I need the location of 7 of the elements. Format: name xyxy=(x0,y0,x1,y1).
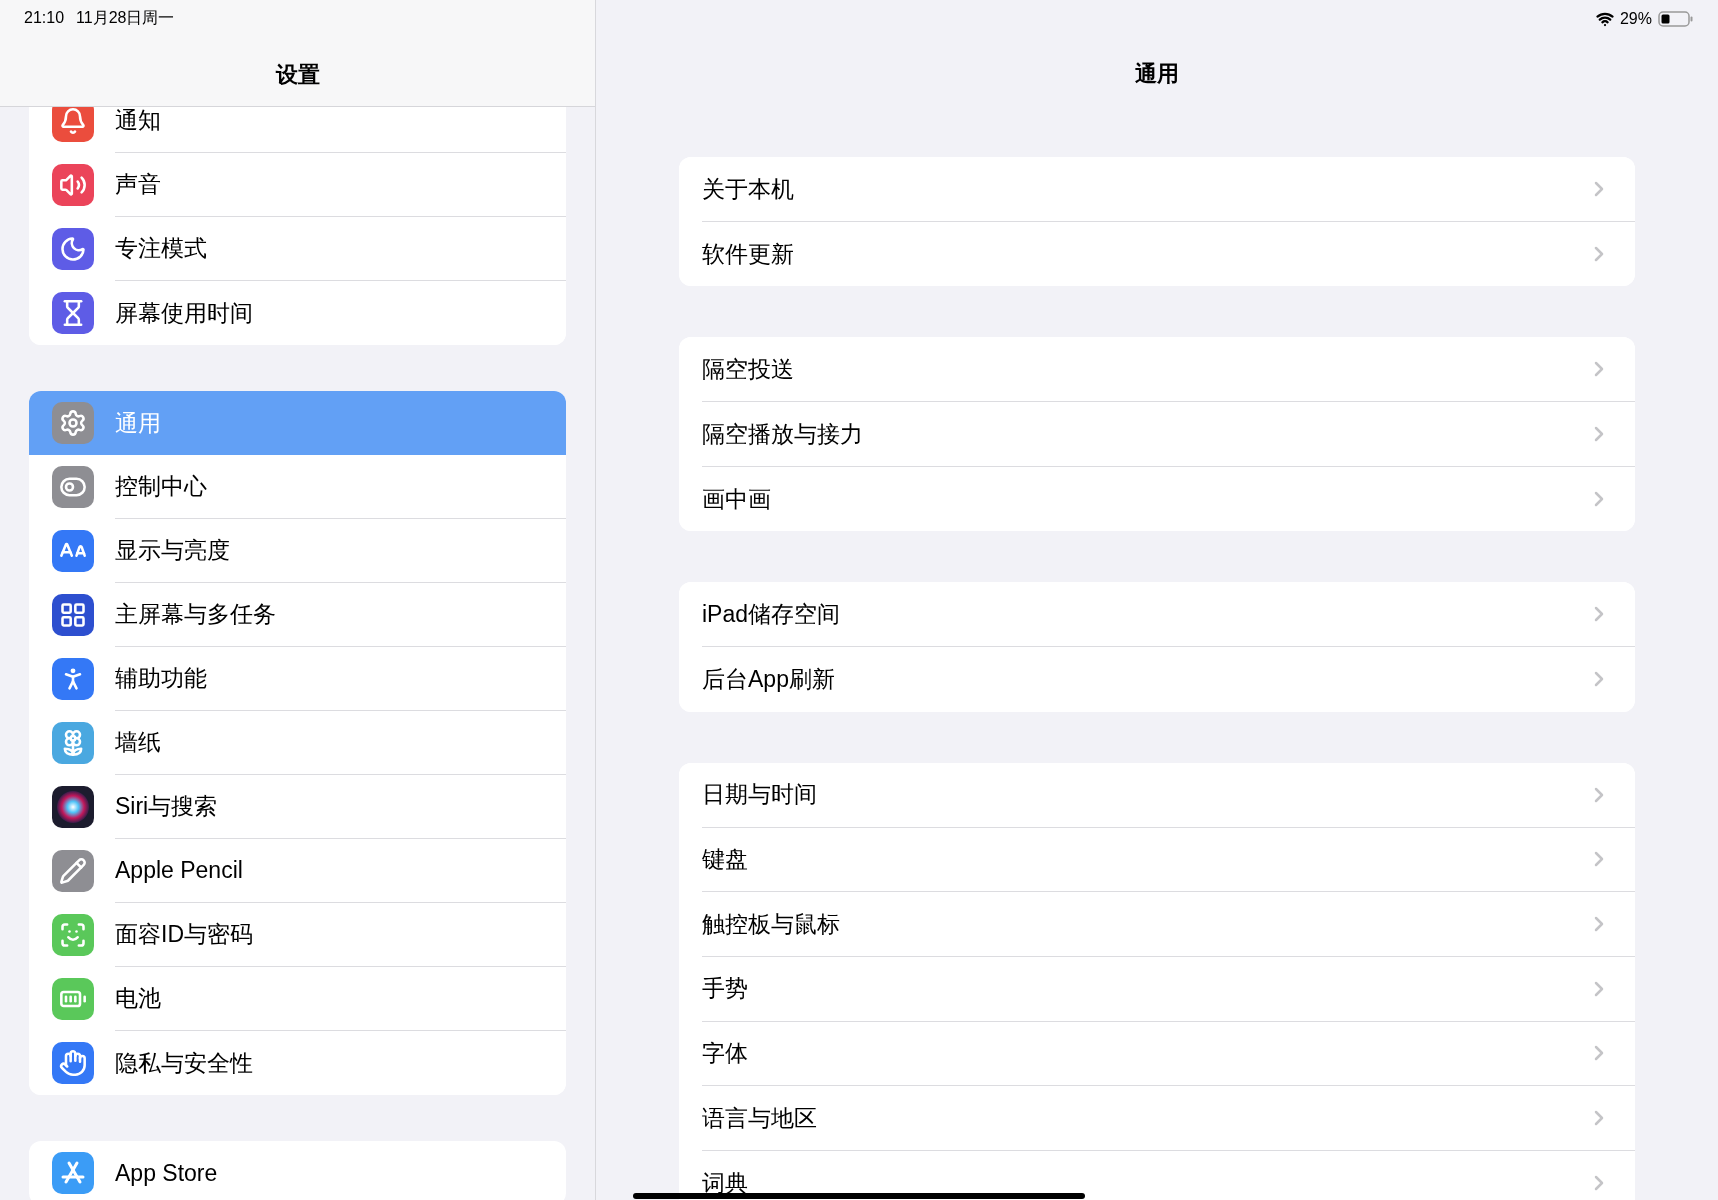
status-date: 11月28日周一 xyxy=(76,8,175,28)
page-title: 通用 xyxy=(1135,60,1179,88)
wifi-icon xyxy=(1595,10,1614,28)
battery-icon xyxy=(1658,11,1694,27)
battery-percent: 29% xyxy=(1619,9,1652,29)
sidebar-title: 设置 xyxy=(275,61,320,89)
status-time: 21:10 xyxy=(24,8,65,28)
